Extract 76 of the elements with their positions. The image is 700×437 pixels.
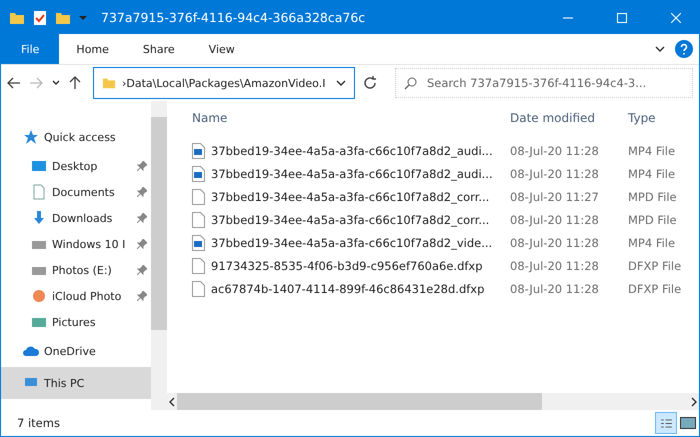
file-icon xyxy=(192,258,205,274)
search-icon xyxy=(404,76,417,90)
sidebar-item[interactable]: Photos (E:) xyxy=(1,257,151,283)
column-header[interactable]: Date modified xyxy=(510,111,628,125)
file-icon xyxy=(192,212,205,228)
date-cell-text: 08-Jul-20 11:28 xyxy=(510,258,600,272)
scroll-left-icon[interactable] xyxy=(167,396,177,406)
document-icon xyxy=(31,184,47,200)
sidebar-item[interactable]: Quick access xyxy=(1,121,151,153)
file-icon xyxy=(192,280,205,296)
video-file-icon xyxy=(192,142,205,158)
picture-icon xyxy=(680,417,696,429)
file-name[interactable]: 91734325-8535-4f06-b3d9-c956ef760a6e.dfxp xyxy=(192,258,510,274)
video-file-icon xyxy=(192,234,205,250)
pin-icon[interactable] xyxy=(137,239,147,249)
type-cell: MP4 File xyxy=(628,144,676,158)
back-arrow-icon[interactable] xyxy=(7,77,21,89)
date-cell-text: 08-Jul-20 11:27 xyxy=(510,190,600,204)
address-dropdown-icon[interactable] xyxy=(336,78,346,88)
sidebar-item[interactable]: OneDrive xyxy=(1,335,151,367)
date-cell-text: 08-Jul-20 11:28 xyxy=(510,166,600,180)
sidebar-item[interactable]: Desktop xyxy=(1,153,151,179)
file-name[interactable]: 37bbed19-34ee-4a5a-a3fa-c66c10f7a8d2_corr... xyxy=(192,188,510,204)
type-cell: DFXP File xyxy=(628,282,682,296)
pin-icon[interactable] xyxy=(137,161,147,171)
status-text: 7 items xyxy=(17,416,60,430)
type-cell: MP4 File xyxy=(628,166,676,180)
sidebar-item[interactable]: Pictures xyxy=(1,309,151,335)
close-icon xyxy=(671,12,681,22)
window-title: 737a7915-376f-4116-94c4-366a328ca76c xyxy=(101,10,366,25)
maximize-icon xyxy=(617,12,627,22)
sidebar-item[interactable]: Documents xyxy=(1,179,151,205)
column-header[interactable]: Type xyxy=(628,111,656,125)
sidebar-item[interactable]: Windows 10 I xyxy=(1,231,151,257)
file-name[interactable]: 37bbed19-34ee-4a5a-a3fa-c66c10f7a8d2_vide... xyxy=(192,234,510,250)
date-cell-text: 08-Jul-20 11:28 xyxy=(510,236,600,250)
expand-ribbon-icon[interactable] xyxy=(655,44,665,54)
pin-icon[interactable] xyxy=(137,187,147,197)
file-name[interactable]: 37bbed19-34ee-4a5a-a3fa-c66c10f7a8d2_audi... xyxy=(192,142,510,158)
desktop-icon xyxy=(31,158,47,174)
type-cell: DFXP File xyxy=(628,258,682,272)
help-icon[interactable] xyxy=(675,40,693,58)
details-view-button[interactable] xyxy=(655,412,677,434)
up-arrow-icon[interactable] xyxy=(69,76,81,90)
sidebar-item[interactable]: This PC xyxy=(1,367,151,399)
video-file-icon xyxy=(192,166,205,182)
star-icon xyxy=(23,129,39,145)
type-cell: MPD File xyxy=(628,190,677,204)
file-name[interactable]: 37bbed19-34ee-4a5a-a3fa-c66c10f7a8d2_audi... xyxy=(192,166,510,182)
file-name[interactable]: ac67874b-1407-4114-899f-46c86431e28d.dfxp xyxy=(192,280,510,296)
file-name[interactable]: 37bbed19-34ee-4a5a-a3fa-c66c10f7a8d2_corr... xyxy=(192,212,510,228)
search-box[interactable]: Search 737a7915-376f-4116-94c4-3... xyxy=(395,68,693,98)
horizontal-scrollbar[interactable] xyxy=(167,393,699,410)
pin-icon[interactable] xyxy=(137,291,147,301)
minimize-icon xyxy=(563,16,573,18)
type-cell: MPD File xyxy=(628,212,677,226)
sidebar-item[interactable]: Downloads xyxy=(1,205,151,231)
dropdown-icon[interactable] xyxy=(79,14,87,22)
date-cell-text: 08-Jul-20 11:28 xyxy=(510,212,600,226)
folder-icon xyxy=(102,76,116,90)
vertical-scrollbar[interactable] xyxy=(151,101,167,410)
pin-icon[interactable] xyxy=(137,265,147,275)
download-icon xyxy=(31,210,47,226)
column-header[interactable]: Name xyxy=(192,111,510,125)
pin-icon[interactable] xyxy=(137,213,147,223)
scroll-right-icon[interactable] xyxy=(689,396,699,406)
date-cell-text: 08-Jul-20 11:28 xyxy=(510,282,600,296)
address-field[interactable]: ›Data\Local\Packages\AmazonVideo.I xyxy=(93,67,355,99)
type-cell: MP4 File xyxy=(628,236,676,250)
file-icon xyxy=(192,188,205,204)
file-menu-tab[interactable]: File xyxy=(1,34,60,64)
details-icon xyxy=(660,418,672,428)
date-cell-text: 08-Jul-20 11:28 xyxy=(510,144,600,158)
sidebar-item[interactable]: iCloud Photo xyxy=(1,283,151,309)
properties-icon[interactable] xyxy=(33,10,47,26)
refresh-icon[interactable] xyxy=(363,76,377,90)
